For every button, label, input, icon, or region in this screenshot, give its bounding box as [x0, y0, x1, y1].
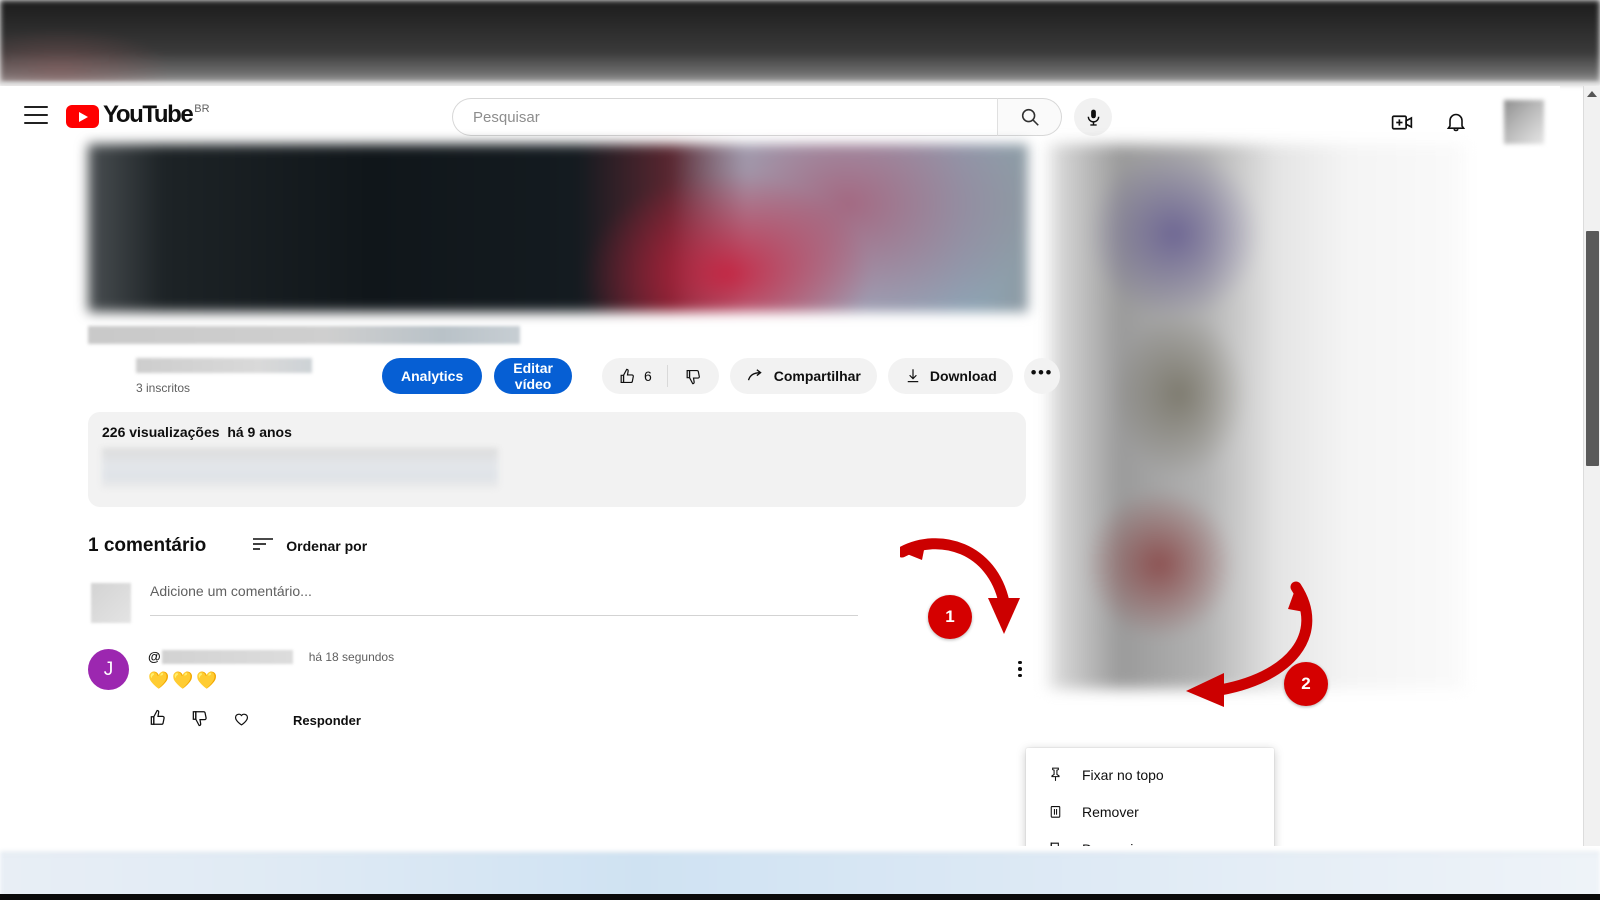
view-count: 226 visualizações: [102, 424, 220, 440]
add-comment-placeholder: Adicione um comentário...: [150, 583, 312, 599]
comments-header: 1 comentário Ordenar por: [88, 535, 1028, 557]
scrollbar-thumb[interactable]: [1586, 231, 1599, 466]
trash-icon: [1044, 803, 1066, 820]
comment-context-menu: Fixar no topo Remover: [1026, 748, 1274, 846]
share-button[interactable]: Compartilhar: [729, 358, 877, 394]
bell-icon[interactable]: [1442, 108, 1470, 136]
edit-video-button[interactable]: Editar vídeo: [494, 358, 572, 394]
like-dislike-group: 6: [601, 358, 719, 394]
country-code: BR: [194, 103, 210, 115]
sort-comments-button[interactable]: Ordenar por: [252, 536, 367, 556]
youtube-wordmark: YouTube: [103, 101, 194, 128]
publish-date: há 9 anos: [227, 424, 292, 440]
scroll-up-arrow-icon[interactable]: [1587, 91, 1597, 97]
dislike-button[interactable]: [668, 358, 719, 394]
menu-label: Denunciar: [1082, 841, 1146, 847]
like-count: 6: [643, 368, 652, 384]
add-comment-field[interactable]: Adicione um comentário...: [150, 583, 858, 616]
related-videos-column: [1045, 144, 1465, 689]
menu-label: Fixar no topo: [1082, 766, 1164, 783]
search-group: [452, 98, 1112, 136]
comment-actions: Responder: [148, 708, 394, 733]
video-owner-row: 3 inscritos Analytics Editar vídeo 6 Com…: [88, 354, 1060, 398]
share-label: Compartilhar: [773, 368, 861, 384]
menu-item-pin-to-top[interactable]: Fixar no topo: [1026, 756, 1274, 793]
add-comment-underline: [150, 615, 858, 616]
description-stats: 226 visualizações há 9 anos: [102, 424, 1012, 440]
youtube-play-icon: [66, 105, 99, 128]
screen-bottom-edge: [0, 894, 1600, 900]
youtube-logo[interactable]: YouTube BR: [66, 102, 210, 128]
video-player[interactable]: [88, 144, 1028, 312]
description-box[interactable]: 226 visualizações há 9 anos: [88, 412, 1026, 507]
comment-body: @ há 18 segundos 💛💛💛 Responder: [148, 649, 394, 733]
user-avatar-blurred[interactable]: [1504, 100, 1544, 144]
comment-header: @ há 18 segundos: [148, 649, 394, 664]
primary-column: 3 inscritos Analytics Editar vídeo 6 Com…: [88, 144, 1060, 733]
comment-author-at[interactable]: @: [148, 649, 161, 664]
menu-item-remove[interactable]: Remover: [1026, 793, 1274, 830]
comment-like-icon[interactable]: [148, 708, 168, 733]
annotation-badge-2: 2: [1284, 662, 1328, 706]
comment-text: 💛💛💛: [148, 671, 221, 690]
browser-chrome-top: [0, 0, 1600, 84]
channel-name[interactable]: [136, 357, 312, 373]
download-label: Download: [929, 368, 997, 384]
like-button[interactable]: 6: [602, 358, 667, 394]
add-comment-avatar: [91, 583, 131, 623]
more-actions-button[interactable]: •••: [1023, 358, 1060, 394]
analytics-button[interactable]: Analytics: [382, 358, 483, 394]
subscriber-count: 3 inscritos: [136, 380, 191, 395]
masthead-right: [1388, 100, 1544, 144]
flag-icon: [1044, 840, 1066, 846]
download-button[interactable]: Download: [887, 358, 1013, 394]
comment-count: 1 comentário: [88, 535, 207, 556]
comment-reply-button[interactable]: Responder: [293, 713, 361, 728]
comment-item: J @ há 18 segundos 💛💛💛 Responder: [88, 649, 1028, 733]
video-title: [88, 326, 520, 344]
comment-dislike-icon[interactable]: [190, 708, 210, 733]
windows-taskbar: [0, 852, 1600, 900]
pin-icon: [1044, 766, 1066, 783]
hamburger-menu-icon[interactable]: [24, 106, 48, 124]
comment-avatar[interactable]: J: [88, 649, 129, 690]
annotation-badge-1: 1: [928, 595, 972, 639]
page-scrollbar[interactable]: [1583, 86, 1600, 846]
sort-label: Ordenar por: [286, 538, 368, 554]
create-video-icon[interactable]: [1388, 108, 1416, 136]
search-input[interactable]: [453, 108, 997, 126]
comment-kebab-menu[interactable]: [1004, 653, 1036, 685]
comment-timestamp: há 18 segundos: [308, 649, 395, 664]
search-icon[interactable]: [997, 98, 1062, 136]
description-text: [102, 448, 498, 488]
add-comment-row: Adicione um comentário...: [88, 583, 1028, 623]
channel-meta: 3 inscritos: [136, 357, 312, 395]
microphone-icon[interactable]: [1074, 98, 1112, 136]
menu-label: Remover: [1082, 803, 1139, 820]
sort-lines-icon: [252, 536, 274, 556]
search-box[interactable]: [452, 98, 997, 136]
menu-item-report[interactable]: Denunciar: [1026, 830, 1274, 846]
masthead: YouTube BR: [0, 86, 1556, 144]
youtube-page: YouTube BR Pesquisar 3 inscritos Analyti…: [0, 86, 1560, 846]
comment-author-handle[interactable]: [161, 649, 293, 664]
screen: YouTube BR Pesquisar 3 inscritos Analyti…: [0, 0, 1600, 900]
comment-heart-icon[interactable]: [232, 709, 251, 733]
